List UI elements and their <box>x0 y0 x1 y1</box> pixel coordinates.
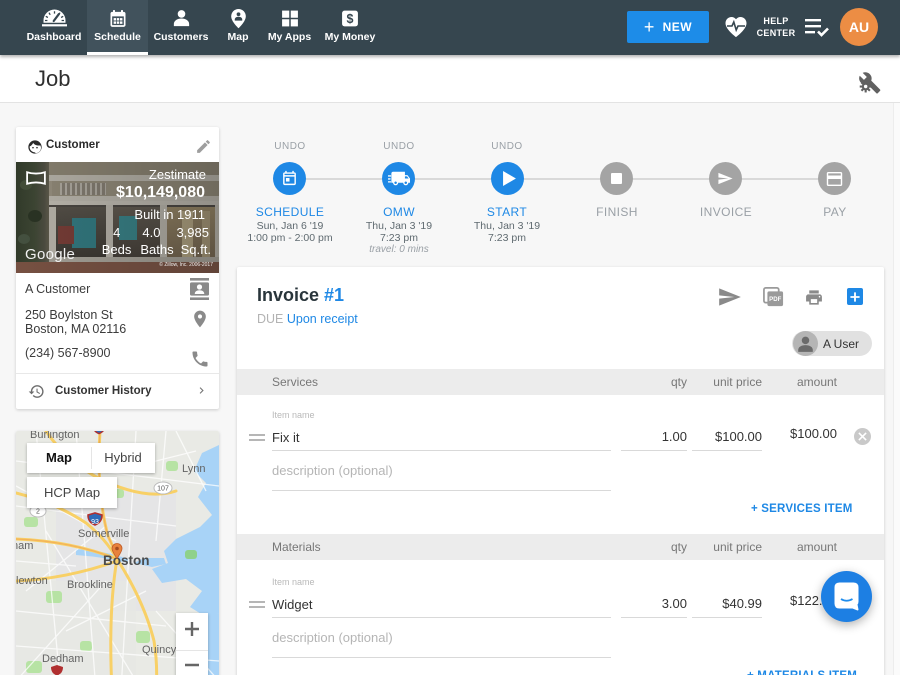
svg-text:Somerville: Somerville <box>78 528 129 540</box>
svg-text:93: 93 <box>91 519 99 526</box>
svg-text:Brookline: Brookline <box>67 579 113 591</box>
svg-text:107: 107 <box>157 486 169 493</box>
svg-text:2: 2 <box>36 509 40 516</box>
svg-text:Boston: Boston <box>103 553 150 568</box>
svg-text:Dedham: Dedham <box>42 653 84 665</box>
svg-text:lewton: lewton <box>16 575 48 587</box>
svg-text:Burlington: Burlington <box>30 431 80 441</box>
svg-text:Quincy: Quincy <box>142 644 177 656</box>
svg-text:PDF: PDF <box>769 296 781 303</box>
svg-text:ham: ham <box>16 540 33 552</box>
svg-text:$: $ <box>347 12 354 26</box>
svg-text:Lynn: Lynn <box>182 463 205 475</box>
